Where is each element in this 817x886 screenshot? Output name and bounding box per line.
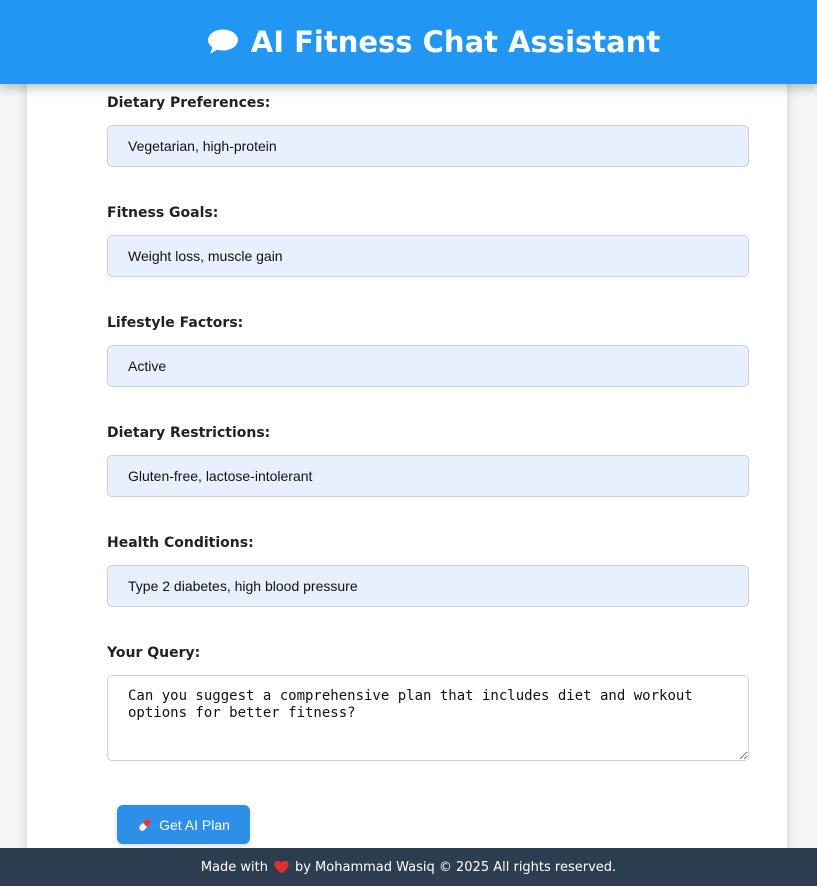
dietary-restrictions-label: Dietary Restrictions:: [107, 425, 271, 441]
heart-icon: [274, 860, 289, 874]
speech-bubble-icon: [207, 29, 238, 54]
app-header: AI Fitness Chat Assistant: [0, 0, 817, 84]
pill-icon: [139, 818, 151, 831]
get-ai-plan-label: Get AI Plan: [159, 816, 230, 833]
footer-suffix: by Mohammad Wasiq © 2025 All rights rese…: [294, 859, 617, 875]
header-content: AI Fitness Chat Assistant: [207, 25, 660, 59]
fitness-goals-label: Fitness Goals:: [107, 205, 219, 221]
page-footer: Made with by Mohammad Wasiq © 2025 All r…: [0, 848, 817, 886]
health-conditions-input[interactable]: [107, 565, 749, 607]
dietary-restrictions-input[interactable]: [107, 455, 749, 497]
footer-prefix: Made with: [200, 859, 268, 875]
your-query-label: Your Query:: [107, 645, 201, 661]
health-conditions-label: Health Conditions:: [107, 535, 254, 551]
fitness-goals-input[interactable]: [107, 235, 749, 277]
lifestyle-factors-label: Lifestyle Factors:: [107, 315, 244, 331]
lifestyle-factors-input[interactable]: [107, 345, 749, 387]
dietary-preferences-input[interactable]: [107, 125, 749, 167]
dietary-preferences-label: Dietary Preferences:: [107, 95, 271, 111]
page-title: AI Fitness Chat Assistant: [250, 25, 661, 59]
query-textarea[interactable]: Can you suggest a comprehensive plan tha…: [107, 675, 749, 761]
get-ai-plan-button[interactable]: Get AI Plan: [117, 805, 250, 844]
